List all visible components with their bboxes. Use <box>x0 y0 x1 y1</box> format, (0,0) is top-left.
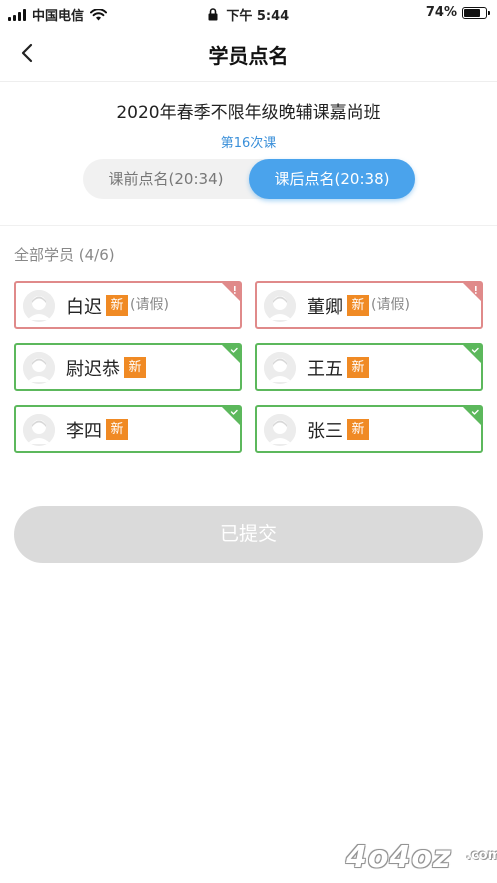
lesson-number: 第16次课 <box>220 136 277 151</box>
check-icon <box>222 345 240 363</box>
tab-before-class[interactable]: 课前点名(20:34) <box>83 159 249 199</box>
avatar <box>23 414 55 446</box>
new-badge: 新 <box>124 357 146 378</box>
student-card[interactable]: 李四新 <box>14 405 242 453</box>
lock-icon <box>208 8 218 21</box>
new-badge: 新 <box>106 295 128 316</box>
student-card[interactable]: 张三新 <box>255 405 483 453</box>
status-bar: 中国电信 下午 5:44 74% <box>0 0 497 26</box>
student-name: 白迟 <box>66 297 102 318</box>
check-icon <box>463 407 481 425</box>
student-card[interactable]: 王五新 <box>255 343 483 391</box>
battery-icon <box>462 6 490 19</box>
exclamation-icon <box>463 283 481 301</box>
page-title: 学员点名 <box>208 44 289 68</box>
tab-after-class[interactable]: 课后点名(20:38) <box>249 159 415 199</box>
avatar <box>264 290 296 322</box>
student-card[interactable]: 董卿新 (请假) <box>255 281 483 329</box>
status-time-wrap: 下午 5:44 <box>0 5 497 24</box>
battery-fill <box>464 8 480 17</box>
battery-percent: 74% <box>425 5 457 20</box>
exclamation-icon <box>222 283 240 301</box>
roll-call-segment: 课前点名(20:34) 课后点名(20:38) <box>83 159 415 199</box>
check-icon <box>463 345 481 363</box>
nav-bar: 学员点名 <box>0 26 497 82</box>
submit-button[interactable]: 已提交 <box>14 506 483 563</box>
section-divider <box>0 225 497 226</box>
leave-note: (请假) <box>371 297 410 313</box>
avatar <box>264 414 296 446</box>
watermark: 4o4oz .com <box>340 840 497 878</box>
new-badge: 新 <box>347 295 369 316</box>
student-card[interactable]: 白迟新 (请假) <box>14 281 242 329</box>
avatar <box>23 352 55 384</box>
student-name: 董卿 <box>307 297 343 318</box>
leave-note: (请假) <box>130 297 169 313</box>
student-name: 张三 <box>307 421 343 442</box>
avatar <box>264 352 296 384</box>
class-title: 2020年春季不限年级晚辅课嘉尚班 <box>116 103 381 123</box>
new-badge: 新 <box>106 419 128 440</box>
new-badge: 新 <box>347 419 369 440</box>
check-icon <box>222 407 240 425</box>
student-name: 王五 <box>307 359 343 380</box>
new-badge: 新 <box>347 357 369 378</box>
watermark-text: 4o4oz <box>346 840 452 875</box>
status-time: 下午 5:44 <box>226 9 290 24</box>
student-name: 李四 <box>66 421 102 442</box>
watermark-suffix: .com <box>466 848 497 863</box>
avatar <box>23 290 55 322</box>
student-name: 尉迟恭 <box>66 359 120 380</box>
student-card[interactable]: 尉迟恭新 <box>14 343 242 391</box>
status-right: 74% <box>425 5 490 20</box>
students-count-label: 全部学员 (4/6) <box>14 246 115 264</box>
